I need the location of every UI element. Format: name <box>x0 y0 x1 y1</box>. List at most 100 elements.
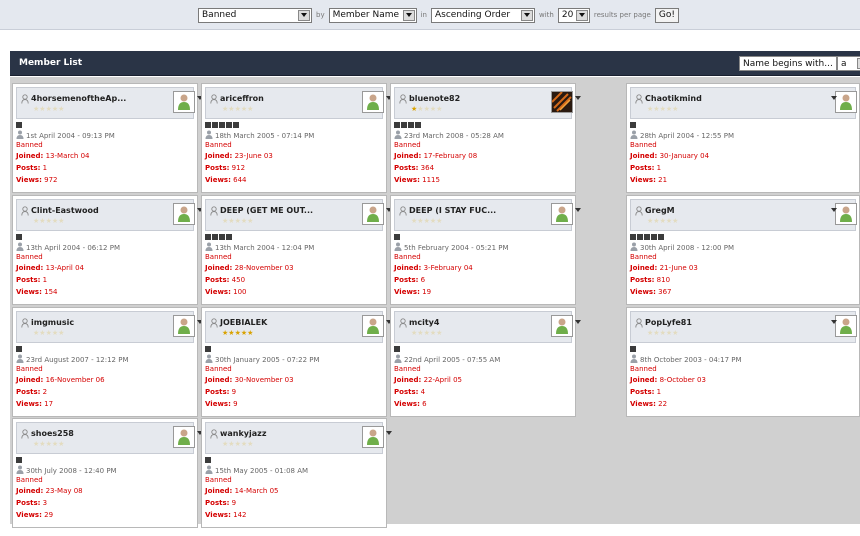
member-card-header: mcity4 ★★★★★ <box>394 311 573 343</box>
avatar[interactable] <box>835 203 857 225</box>
rating-stars: ★★★★★ <box>411 329 443 337</box>
views-value: 142 <box>233 511 247 519</box>
status-badge: Banned <box>205 476 232 484</box>
member-name-link[interactable]: 4horsemenoftheAp... <box>31 94 126 103</box>
views-label: Views: <box>394 288 420 296</box>
joined-value: 22-April 05 <box>423 376 463 384</box>
member-menu-chevron-icon[interactable] <box>575 320 581 324</box>
member-menu-chevron-icon[interactable] <box>831 320 837 324</box>
joined-value: 23-June 03 <box>234 152 273 160</box>
member-name-link[interactable]: bluenote82 <box>409 94 460 103</box>
post-pip <box>205 234 211 240</box>
member-name-link[interactable]: DEEP (GET ME OUT... <box>220 206 313 215</box>
chevron-down-icon <box>402 9 415 21</box>
user-icon <box>210 94 218 104</box>
posts-value: 6 <box>420 276 426 284</box>
post-count-pips <box>394 346 400 352</box>
avatar[interactable] <box>362 91 384 113</box>
member-name-link[interactable]: DEEP (I STAY FUC... <box>409 206 496 215</box>
member-name-link[interactable]: JOEBIALEK <box>220 318 267 327</box>
go-button[interactable]: Go! <box>654 7 679 23</box>
avatar[interactable] <box>173 315 195 337</box>
post-pip <box>226 234 232 240</box>
person-icon <box>394 354 402 365</box>
status-badge: Banned <box>16 141 43 149</box>
views-value: 21 <box>658 176 668 184</box>
post-pip <box>212 122 218 128</box>
person-icon <box>205 354 213 365</box>
views-label: Views: <box>205 400 231 408</box>
avatar[interactable] <box>362 426 384 448</box>
avatar[interactable] <box>173 91 195 113</box>
posts-label: Posts: <box>16 499 41 507</box>
letter-select[interactable]: a <box>837 56 860 71</box>
member-name-link[interactable]: imgmusic <box>31 318 74 327</box>
views-label: Views: <box>205 511 231 519</box>
posts-line: Posts: 6 <box>394 276 425 284</box>
member-card-header: JOEBIALEK ★★★★★ <box>205 311 384 343</box>
user-icon <box>635 206 643 216</box>
posts-line: Posts: 1 <box>630 164 661 172</box>
member-card-header: ariceffron ★★★★★ <box>205 87 384 119</box>
rating-stars: ★★★★★ <box>222 329 254 337</box>
group-select[interactable]: Banned <box>198 7 312 23</box>
member-card: PopLyfe81 ★★★★★ 8th October 2003 - 04:17 P… <box>626 307 860 417</box>
member-name-link[interactable]: wankyjazz <box>220 429 266 438</box>
member-name-link[interactable]: mcity4 <box>409 318 439 327</box>
views-line: Views: 100 <box>205 288 246 296</box>
order-select[interactable]: Ascending Order <box>430 7 535 23</box>
member-menu-chevron-icon[interactable] <box>575 208 581 212</box>
views-line: Views: 22 <box>630 400 667 408</box>
avatar[interactable] <box>835 315 857 337</box>
posts-label: Posts: <box>630 388 655 396</box>
joined-label: Joined: <box>630 376 658 384</box>
name-begins-with-button[interactable]: Name begins with... <box>739 56 837 71</box>
joined-label: Joined: <box>16 487 44 495</box>
post-pip <box>205 457 211 463</box>
status-badge: Banned <box>630 365 657 373</box>
member-name-link[interactable]: Chaotikmind <box>645 94 702 103</box>
member-name-link[interactable]: GregM <box>645 206 675 215</box>
posts-value: 1 <box>656 388 662 396</box>
rating-stars: ★★★★★ <box>33 440 65 448</box>
member-name-link[interactable]: Clint-Eastwood <box>31 206 99 215</box>
member-card: wankyjazz ★★★★★ 15th May 2005 - 01:08 AM Ba… <box>201 418 392 528</box>
avatar[interactable] <box>362 203 384 225</box>
avatar[interactable] <box>551 315 573 337</box>
post-pip <box>637 234 643 240</box>
avatar[interactable] <box>835 91 857 113</box>
member-menu-chevron-icon[interactable] <box>831 208 837 212</box>
member-name-link[interactable]: PopLyfe81 <box>645 318 692 327</box>
member-menu-chevron-icon[interactable] <box>831 96 837 100</box>
joined-value: 8-October 03 <box>659 376 706 384</box>
member-card-header: wankyjazz ★★★★★ <box>205 422 384 454</box>
field-select[interactable]: Member Name <box>328 7 417 23</box>
views-label: Views: <box>16 511 42 519</box>
status-badge: Banned <box>394 141 421 149</box>
member-name-link[interactable]: ariceffron <box>220 94 264 103</box>
avatar[interactable] <box>173 203 195 225</box>
avatar[interactable] <box>551 91 573 113</box>
member-name-link[interactable]: shoes258 <box>31 429 74 438</box>
post-count-pips <box>16 346 22 352</box>
posts-value: 9 <box>231 388 237 396</box>
member-card-header: GregM ★★★★★ <box>630 199 857 231</box>
member-menu-chevron-icon[interactable] <box>386 431 392 435</box>
avatar[interactable] <box>551 203 573 225</box>
member-menu-chevron-icon[interactable] <box>575 96 581 100</box>
member-card-header: shoes258 ★★★★★ <box>16 422 195 454</box>
member-card: 4horsemenoftheAp... ★★★★★ 1st April 2004 -… <box>12 83 203 193</box>
post-count-pips <box>394 234 400 240</box>
joined-label: Joined: <box>205 376 233 384</box>
avatar[interactable] <box>173 426 195 448</box>
joined-label: Joined: <box>630 264 658 272</box>
views-value: 22 <box>658 400 668 408</box>
post-pip <box>226 122 232 128</box>
per-page-select[interactable]: 20 <box>557 7 590 23</box>
member-card: JOEBIALEK ★★★★★ 30th January 2005 - 07:22 … <box>201 307 392 417</box>
views-line: Views: 9 <box>205 400 238 408</box>
joined-line: Joined: 21-June 03 <box>630 264 698 272</box>
user-icon <box>399 206 407 216</box>
avatar[interactable] <box>362 315 384 337</box>
views-line: Views: 19 <box>394 288 431 296</box>
